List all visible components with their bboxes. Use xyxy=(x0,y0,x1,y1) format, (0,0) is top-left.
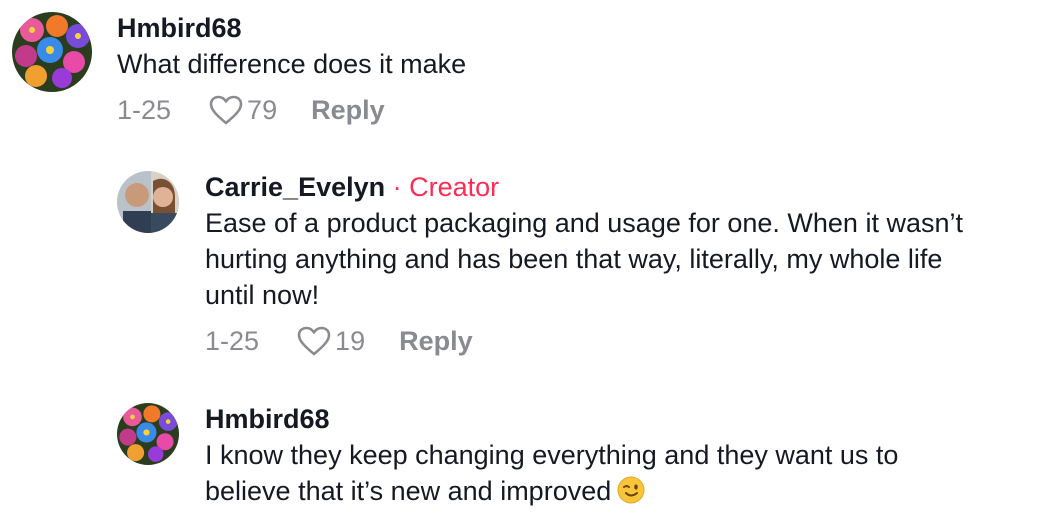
like-button[interactable]: 19 xyxy=(297,323,365,359)
like-count: 79 xyxy=(247,95,278,125)
avatar[interactable] xyxy=(117,171,179,233)
avatar[interactable] xyxy=(12,12,92,92)
avatar[interactable] xyxy=(117,403,179,465)
comment-meta: 1-25 19 Reply xyxy=(205,323,963,359)
comment-text-line: believe that it’s new and improved xyxy=(205,473,898,513)
username[interactable]: Carrie_Evelyn xyxy=(205,172,385,202)
comment-reply-item: Hmbird68 I know they keep changing every… xyxy=(117,403,898,513)
reply-button[interactable]: Reply xyxy=(399,323,473,359)
comment-meta: 1-25 79 Reply xyxy=(117,92,466,128)
creator-badge: · Creator xyxy=(392,172,500,202)
comment-text-span: believe that it’s new and improved xyxy=(205,476,612,506)
like-count: 19 xyxy=(335,326,366,356)
couple-photo-avatar-image xyxy=(117,171,179,233)
comment-item: Hmbird68 What difference does it make 1-… xyxy=(12,12,466,128)
comment-body: Hmbird68 What difference does it make 1-… xyxy=(117,12,466,128)
comment-text: I know they keep changing everything and… xyxy=(205,437,898,513)
like-button[interactable]: 79 xyxy=(209,92,277,128)
username-row: Carrie_Evelyn · Creator xyxy=(205,171,963,203)
heart-outline-icon xyxy=(297,326,331,356)
comment-date: 1-25 xyxy=(117,95,172,125)
winking-face-emoji-icon xyxy=(617,476,645,513)
heart-outline-icon xyxy=(209,95,243,125)
comment-body: Hmbird68 I know they keep changing every… xyxy=(205,403,898,513)
comment-text-line: I know they keep changing everything and… xyxy=(205,440,899,470)
comment-text-line: Ease of a product packaging and usage fo… xyxy=(205,208,963,238)
comment-text: What difference does it make xyxy=(117,49,467,79)
comment-date: 1-25 xyxy=(205,326,260,356)
username[interactable]: Hmbird68 xyxy=(205,403,898,435)
comment-reply-item: Carrie_Evelyn · Creator Ease of a produc… xyxy=(117,171,963,359)
reply-button[interactable]: Reply xyxy=(311,92,385,128)
comment-text-line: hurting anything and has been that way, … xyxy=(205,244,943,274)
comment-text-line: until now! xyxy=(205,280,320,310)
comment-body: Carrie_Evelyn · Creator Ease of a produc… xyxy=(205,171,963,359)
comment-text: Ease of a product packaging and usage fo… xyxy=(205,205,963,313)
flower-avatar-image xyxy=(12,12,92,92)
username[interactable]: Hmbird68 xyxy=(117,12,466,44)
flower-avatar-image xyxy=(117,403,179,465)
